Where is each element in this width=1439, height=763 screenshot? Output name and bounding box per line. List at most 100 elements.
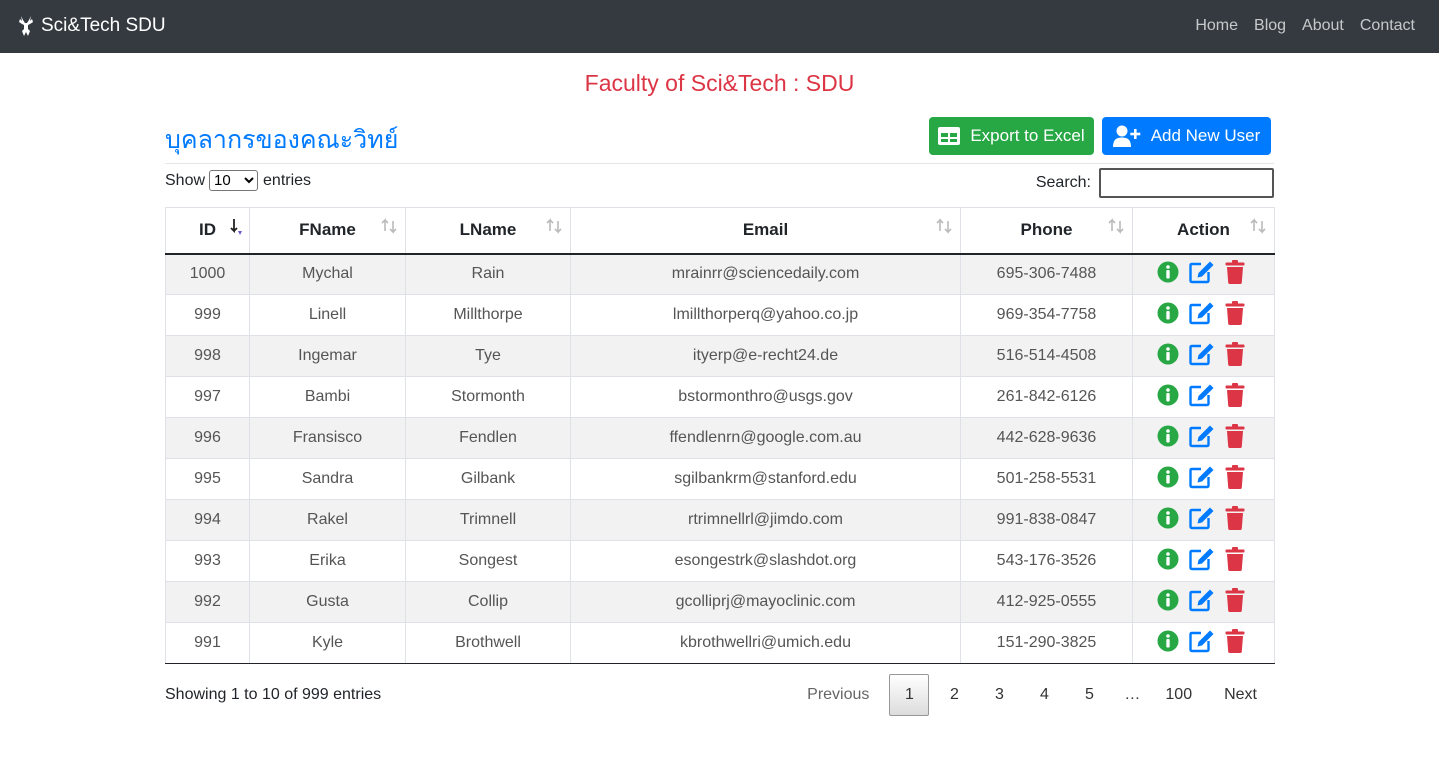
cell-email: esongestrk@slashdot.org [570,540,961,582]
export-excel-label: Export to Excel [970,126,1085,145]
cell-actions [1132,540,1275,582]
cell-lname: Gilbank [405,458,571,500]
cell-phone: 991-838-0847 [960,499,1133,541]
info-circle-icon[interactable] [1157,630,1179,657]
cell-actions [1132,581,1275,623]
deer-logo-icon [19,16,33,36]
entries-select[interactable]: 10 [209,170,259,191]
edit-icon[interactable] [1188,260,1215,289]
trash-icon[interactable] [1225,546,1245,576]
edit-icon[interactable] [1188,506,1215,535]
header-label: Email [742,220,789,240]
previous-button[interactable]: Previous [792,674,884,716]
cell-fname: Rakel [249,499,406,541]
info-circle-icon[interactable] [1157,507,1179,534]
cell-id: 998 [165,335,250,377]
header-phone[interactable]: Phone [960,207,1133,255]
cell-phone: 543-176-3526 [960,540,1133,582]
user-plus-icon [1112,125,1140,147]
cell-email: lmillthorperq@yahoo.co.jp [570,294,961,336]
header-lname[interactable]: LName [405,207,571,255]
cell-phone: 695-306-7488 [960,253,1133,295]
navbar-brand[interactable]: Sci&Tech SDU [17,13,166,39]
trash-icon[interactable] [1225,341,1245,371]
trash-icon[interactable] [1225,505,1245,535]
nav-contact[interactable]: Contact [1360,15,1415,37]
info-circle-icon[interactable] [1157,261,1179,288]
cell-lname: Songest [405,540,571,582]
pagination: Previous 1 2 3 4 5 … 100 Next [787,674,1274,716]
edit-icon[interactable] [1188,383,1215,412]
row-actions [1133,628,1274,658]
header-label: Phone [1020,220,1073,240]
info-circle-icon[interactable] [1157,466,1179,493]
header-email[interactable]: Email [570,207,961,255]
info-circle-icon[interactable] [1157,384,1179,411]
cell-fname: Erika [249,540,406,582]
cell-lname: Stormonth [405,376,571,418]
row-actions [1133,382,1274,412]
cell-id: 1000 [165,253,250,295]
header-action[interactable]: Action [1132,207,1275,255]
nav-about[interactable]: About [1302,15,1344,37]
edit-icon[interactable] [1188,465,1215,494]
edit-icon[interactable] [1188,547,1215,576]
edit-icon[interactable] [1188,629,1215,658]
trash-icon[interactable] [1225,382,1245,412]
cell-phone: 261-842-6126 [960,376,1133,418]
header-fname[interactable]: FName [249,207,406,255]
cell-id: 992 [165,581,250,623]
cell-fname: Sandra [249,458,406,500]
page-4[interactable]: 4 [1024,674,1064,716]
trash-icon[interactable] [1225,628,1245,658]
page-2[interactable]: 2 [934,674,974,716]
sort-icon [936,218,952,234]
edit-icon[interactable] [1188,424,1215,453]
cell-id: 997 [165,376,250,418]
table-info: Showing 1 to 10 of 999 entries [165,686,382,703]
cell-email: bstormonthro@usgs.gov [570,376,961,418]
info-circle-icon[interactable] [1157,589,1179,616]
nav-blog[interactable]: Blog [1254,15,1286,37]
edit-icon[interactable] [1188,301,1215,330]
header-label: Action [1177,220,1230,240]
page-1[interactable]: 1 [889,674,930,716]
header-id[interactable]: ID [165,207,250,255]
trash-icon[interactable] [1225,259,1245,289]
cell-fname: Mychal [249,253,406,295]
cell-fname: Gusta [249,581,406,623]
nav-home[interactable]: Home [1195,15,1238,37]
trash-icon[interactable] [1225,300,1245,330]
trash-icon[interactable] [1225,587,1245,617]
sort-icon [1250,218,1266,234]
row-actions [1133,300,1274,330]
edit-icon[interactable] [1188,342,1215,371]
row-actions [1133,259,1274,289]
users-table: ID FName LName Email Phone Action 1000 My… [165,207,1275,664]
export-excel-button[interactable]: Export to Excel [929,117,1094,155]
info-circle-icon[interactable] [1157,302,1179,329]
search-input[interactable] [1099,168,1274,198]
cell-phone: 442-628-9636 [960,417,1133,459]
search-label: Search: [1035,174,1091,191]
edit-icon[interactable] [1188,588,1215,617]
page-3[interactable]: 3 [979,674,1019,716]
page-100[interactable]: 100 [1155,674,1202,716]
cell-lname: Tye [405,335,571,377]
table-row: 996 Fransisco Fendlen ffendlenrn@google.com… [165,417,1275,459]
cell-phone: 969-354-7758 [960,294,1133,336]
trash-icon[interactable] [1225,423,1245,453]
add-new-user-label: Add New User [1150,126,1261,145]
info-circle-icon[interactable] [1157,343,1179,370]
add-new-user-button[interactable]: Add New User [1102,117,1271,155]
cell-lname: Millthorpe [405,294,571,336]
cell-email: ffendlenrn@google.com.au [570,417,961,459]
cell-phone: 151-290-3825 [960,622,1133,664]
next-button[interactable]: Next [1207,674,1274,716]
info-circle-icon[interactable] [1157,548,1179,575]
cell-fname: Ingemar [249,335,406,377]
info-circle-icon[interactable] [1157,425,1179,452]
table-icon [938,127,961,145]
page-5[interactable]: 5 [1069,674,1109,716]
trash-icon[interactable] [1225,464,1245,494]
